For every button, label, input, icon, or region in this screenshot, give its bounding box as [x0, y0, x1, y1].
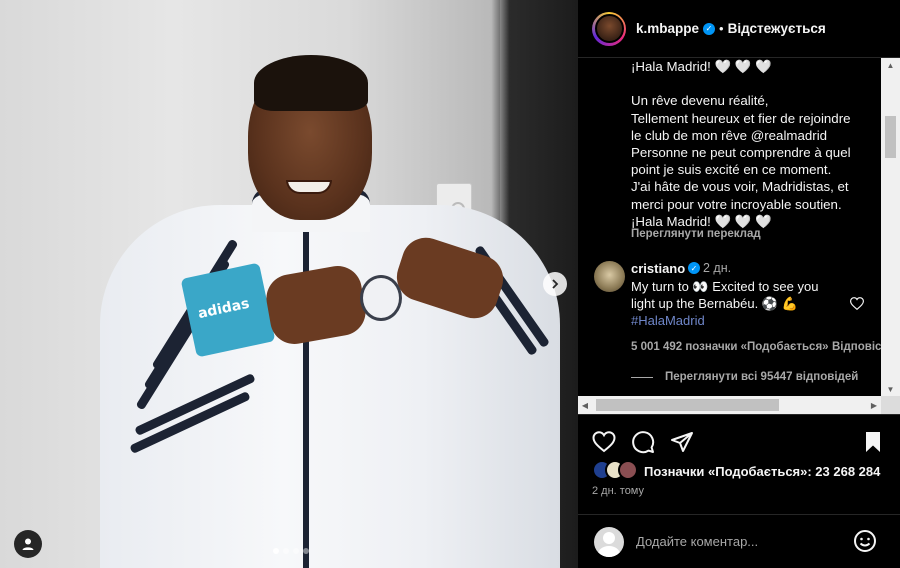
vertical-scrollbar[interactable]: ▲ ▼ — [881, 58, 900, 396]
current-user-avatar — [594, 526, 624, 557]
heart-outline-icon — [849, 297, 865, 311]
comment-button[interactable] — [631, 430, 655, 454]
caption-line: Personne ne peut comprendre à quel — [631, 145, 851, 160]
photo-smile — [286, 180, 332, 194]
paper-plane-icon — [671, 432, 693, 452]
caption-line: point je suis excité en ce moment. — [631, 162, 832, 178]
smiley-icon — [854, 530, 876, 552]
carousel-dots — [273, 548, 309, 554]
photo-real-madrid-crest — [360, 275, 402, 321]
comment-text-line: light up the Bernabéu. ⚽ 💪 — [631, 296, 798, 312]
like-button[interactable] — [592, 430, 616, 454]
scrollbar-corner — [881, 396, 900, 414]
likers-avatars[interactable] — [592, 460, 638, 480]
author-avatar[interactable] — [592, 11, 626, 46]
photo-hair — [254, 55, 368, 111]
view-replies-line — [631, 376, 653, 378]
caption-line: J'ai hâte de vous voir, Madridistas, et — [631, 179, 849, 195]
scroll-down-arrow-icon[interactable]: ▼ — [881, 382, 900, 396]
caption-line: ¡Hala Madrid! 🤍 🤍 🤍 — [631, 59, 772, 74]
vertical-scroll-thumb[interactable] — [885, 116, 896, 158]
carousel-dot — [303, 548, 309, 554]
carousel-dot — [293, 548, 299, 554]
carousel-dot — [273, 548, 279, 554]
user-icon — [22, 538, 34, 550]
caption-blank-line — [631, 75, 881, 92]
photo-adidas-logo: adidas — [196, 295, 251, 323]
bookmark-filled-icon — [866, 432, 880, 452]
header-separator: • — [719, 21, 724, 36]
follow-state-button[interactable]: Відстежується — [728, 21, 826, 36]
carousel-dot — [283, 548, 289, 554]
photo-adidas-patch: adidas — [180, 262, 276, 358]
add-comment-input[interactable] — [636, 534, 856, 549]
add-comment-bar — [578, 514, 900, 568]
scroll-right-arrow-icon[interactable]: ▶ — [867, 396, 881, 414]
comments-scroll-area[interactable]: ¡Hala Madrid! 🤍 🤍 🤍 Un rêve devenu réali… — [578, 58, 900, 396]
share-button[interactable] — [670, 430, 694, 454]
comment-text: My turn to 👀 Excited to see you light up… — [631, 278, 841, 312]
view-replies-label: Переглянути всі 95447 відповідей — [665, 371, 859, 383]
comment-bubble-icon — [632, 431, 655, 454]
post-side-panel: k.mbappe ✓ • Відстежується ¡Hala Madrid!… — [578, 0, 900, 568]
save-button[interactable] — [861, 430, 885, 454]
caption-line: Un rêve devenu réalité, — [631, 93, 769, 109]
comment-like-button[interactable] — [849, 297, 865, 313]
author-username[interactable]: k.mbappe — [636, 21, 699, 36]
post-photo[interactable]: adidas — [0, 0, 578, 568]
comment-likes-count[interactable]: 5 001 492 позначки «Подобається» — [631, 341, 829, 353]
caption-line: merci pour votre incroyable soutien. — [631, 196, 842, 212]
post-actions: Позначки «Подобається»: 23 268 284 2 дн.… — [578, 414, 900, 514]
horizontal-scrollbar[interactable]: ◀ ▶ — [578, 396, 881, 414]
liker-avatar — [618, 460, 638, 480]
scroll-up-arrow-icon[interactable]: ▲ — [881, 58, 900, 72]
caption-line: le club de mon rêve @realmadrid — [631, 127, 828, 143]
post-likes-count[interactable]: Позначки «Подобається»: 23 268 284 — [644, 464, 880, 479]
comment-text-line: My turn to 👀 Excited to see you — [631, 279, 819, 294]
post-timestamp: 2 дн. тому — [592, 485, 644, 497]
author-avatar-image — [594, 14, 624, 43]
comment-hashtag-link[interactable]: #HalaMadrid — [631, 313, 705, 328]
post-caption: ¡Hala Madrid! 🤍 🤍 🤍 Un rêve devenu réali… — [631, 58, 881, 230]
see-translation-link[interactable]: Переглянути переклад — [631, 228, 761, 240]
commenter-username[interactable]: cristiano — [631, 261, 685, 276]
view-replies-button[interactable]: Переглянути всі 95447 відповідей — [631, 371, 858, 383]
verified-badge-icon: ✓ — [703, 22, 716, 35]
caption-line: Tellement heureux et fier de rejoindre — [631, 110, 851, 126]
verified-badge-icon: ✓ — [688, 262, 700, 274]
scroll-left-arrow-icon[interactable]: ◀ — [578, 396, 592, 414]
comment-time: 2 дн. — [703, 261, 732, 275]
carousel-next-button[interactable] — [543, 272, 567, 296]
commenter-avatar[interactable] — [594, 261, 625, 292]
heart-outline-icon — [592, 431, 616, 453]
horizontal-scroll-thumb[interactable] — [596, 399, 779, 411]
chevron-right-icon — [552, 279, 559, 289]
post-header: k.mbappe ✓ • Відстежується — [578, 0, 900, 58]
emoji-button[interactable] — [853, 529, 877, 553]
tagged-users-button[interactable] — [14, 530, 42, 558]
